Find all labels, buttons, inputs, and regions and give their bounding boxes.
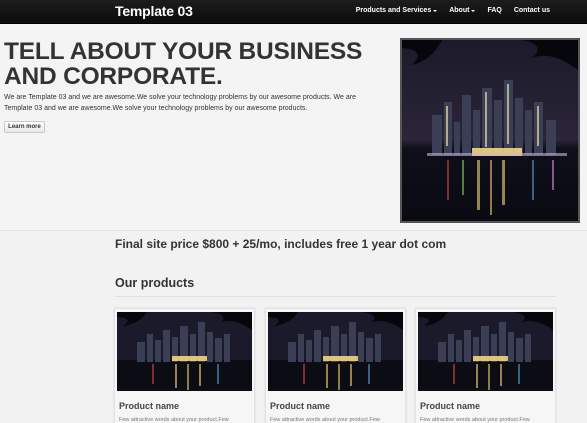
night-city-skyline-image xyxy=(418,312,553,391)
nav-item-label: Contact us xyxy=(513,7,550,14)
product-description: Few attractive words about your product.… xyxy=(270,417,380,423)
product-card[interactable]: Product name Few attractive words about … xyxy=(265,308,406,423)
price-headline: Final site price $800 + 25/mo, includes … xyxy=(115,237,447,251)
brand-logo[interactable]: Template 03 xyxy=(115,3,193,19)
nav-item-products-and-services[interactable]: Products and Services xyxy=(355,7,438,14)
top-navbar: Template 03 Products and Services About … xyxy=(0,0,587,24)
main-nav: Products and Services About FAQ Contact … xyxy=(356,7,550,14)
caret-down-icon xyxy=(471,9,476,12)
product-description: Few attractive words about your product.… xyxy=(119,417,229,423)
nav-item-contact-us[interactable]: Contact us xyxy=(514,7,550,14)
nav-item-about[interactable]: About xyxy=(449,7,476,14)
night-city-skyline-image xyxy=(117,312,252,391)
section-divider xyxy=(115,296,556,297)
nav-item-faq[interactable]: FAQ xyxy=(487,7,501,14)
nav-item-label: About xyxy=(449,7,470,14)
products-heading: Our products xyxy=(115,276,195,290)
nav-item-label: Products and Services xyxy=(355,7,432,14)
caret-down-icon xyxy=(433,9,438,12)
product-title: Product name xyxy=(420,401,481,411)
product-description: Few attractive words about your product.… xyxy=(420,417,530,423)
night-city-skyline-image xyxy=(268,312,403,391)
hero-section: TELL ABOUT YOUR BUSINESS AND CORPORATE. … xyxy=(0,25,587,231)
hero-description: We are Template 03 and we are awesome.We… xyxy=(4,94,356,112)
product-card[interactable]: Product name Few attractive words about … xyxy=(415,308,556,423)
product-title: Product name xyxy=(270,401,331,411)
night-city-skyline-image xyxy=(400,38,580,223)
product-card[interactable]: Product name Few attractive words about … xyxy=(114,308,255,423)
hero-title: TELL ABOUT YOUR BUSINESS AND CORPORATE. xyxy=(4,38,363,90)
learn-more-button[interactable]: Learn more xyxy=(4,121,45,133)
nav-item-label: FAQ xyxy=(487,7,502,14)
product-title: Product name xyxy=(119,401,180,411)
